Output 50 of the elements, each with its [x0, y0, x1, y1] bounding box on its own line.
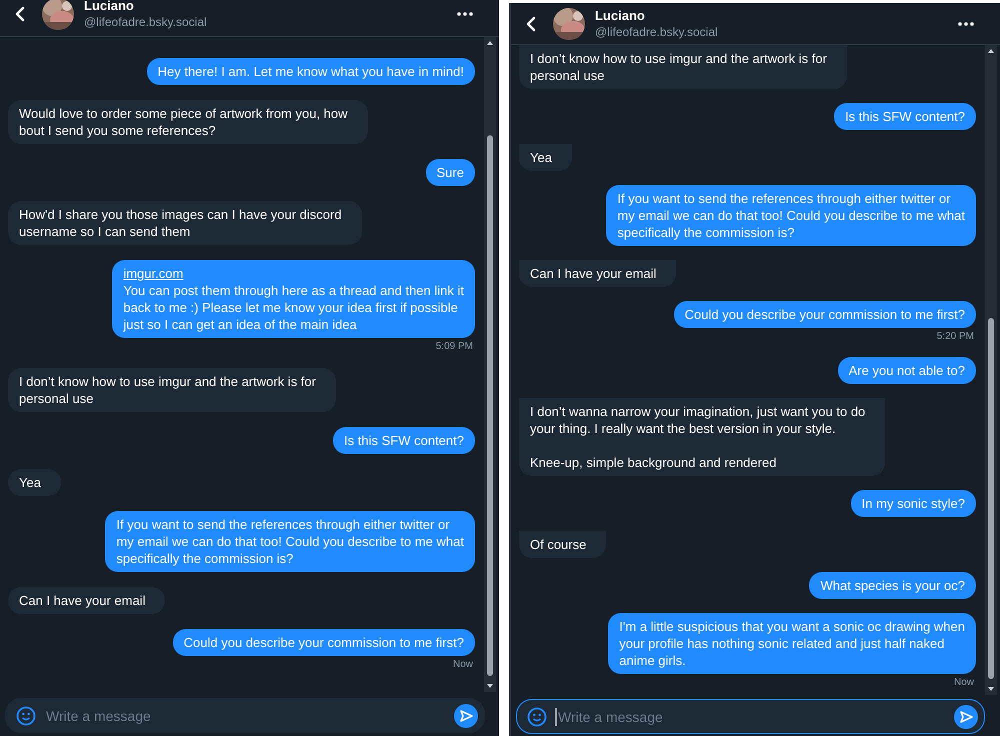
message-bubble: Can I have your email [518, 260, 676, 287]
message-bubble: I don’t know how to use imgur and the artwork is for personal use [518, 45, 847, 89]
back-icon[interactable] [14, 6, 26, 22]
message-bubble: If you want to send the references through either twitter or my email we can do that too! Could you describe to me what specifically the commission is? [606, 185, 976, 246]
send-button[interactable] [454, 704, 478, 728]
send-icon [458, 708, 473, 722]
contact-handle: @lifeofadre.bsky.social [594, 24, 719, 40]
message-bubble: What species is your oc? [809, 572, 976, 599]
message-bubble: Of course [518, 531, 606, 558]
send-button[interactable] [954, 704, 978, 728]
message-bubble: Could you describe your commission to me first? [172, 629, 475, 656]
message-bubble: In my sonic style? [850, 490, 976, 517]
message-time: Now [452, 659, 473, 671]
message-field[interactable]: Write a message [5, 698, 485, 733]
message-bubble: Could you describe your commission to me first? [674, 301, 976, 328]
contact-handle: @lifeofadre.bsky.social [84, 14, 208, 30]
message-bubble: I don’t wanna narrow your imagination, just want you to do your thing. I really want the best version in your style. Knee-up, simple background and rendered [518, 398, 886, 476]
contact-name: Luciano [594, 8, 646, 24]
back-icon[interactable] [524, 16, 537, 32]
message-link[interactable]: imgur.com [123, 266, 184, 281]
message-bubble: Sure [426, 159, 475, 186]
message-bubble: Would love to order some piece of artwork from you, how bout I send you some references? [8, 100, 368, 144]
message-bubble: I'm a little suspicious that you want a sonic oc drawing when your profile has nothing sonic related and just half naked anime girls. [608, 613, 976, 674]
emoji-icon[interactable] [526, 706, 547, 726]
emoji-icon[interactable] [16, 706, 36, 726]
scrollbar[interactable] [484, 37, 496, 692]
message-bubble: Yea [8, 469, 61, 496]
message-time: 5:09 PM [436, 341, 473, 353]
message-input[interactable]: Write a message [554, 708, 946, 726]
message-bubble: imgur.com You can post them through here as a thread and then link it back to me :) Please let me know your idea first if possible just so I can get an idea of the main idea [112, 260, 475, 338]
message-time: Now [954, 677, 974, 689]
message-input[interactable]: Write a message [44, 706, 446, 724]
message-bubble: Hey there! I am. Let me know what you have in mind! [146, 58, 475, 85]
contact-name: Luciano [84, 0, 135, 14]
message-bubble: Are you not able to? [838, 357, 976, 384]
message-bubble: If you want to send the references through either twitter or my email we can do that too! Could you describe to me what specifically the commission is? [105, 511, 475, 572]
message-field[interactable]: Write a message [516, 699, 985, 734]
message-bubble: How'd I share you those images can I have your discord username so I can send them [8, 201, 362, 245]
message-bubble: Is this SFW content? [333, 427, 475, 454]
message-bubble: I don’t know how to use imgur and the artwork is for personal use [8, 368, 336, 412]
message-bubble: Yea [518, 144, 572, 171]
message-bubble: Can I have your email [8, 587, 166, 614]
avatar[interactable] [552, 8, 585, 40]
scrollbar[interactable] [985, 45, 997, 695]
avatar[interactable] [42, 0, 74, 30]
more-icon[interactable] [456, 12, 473, 16]
message-bubble: Is this SFW content? [834, 103, 976, 130]
message-time: 5:20 PM [936, 331, 974, 343]
send-icon [959, 710, 973, 724]
more-icon[interactable] [958, 22, 974, 26]
